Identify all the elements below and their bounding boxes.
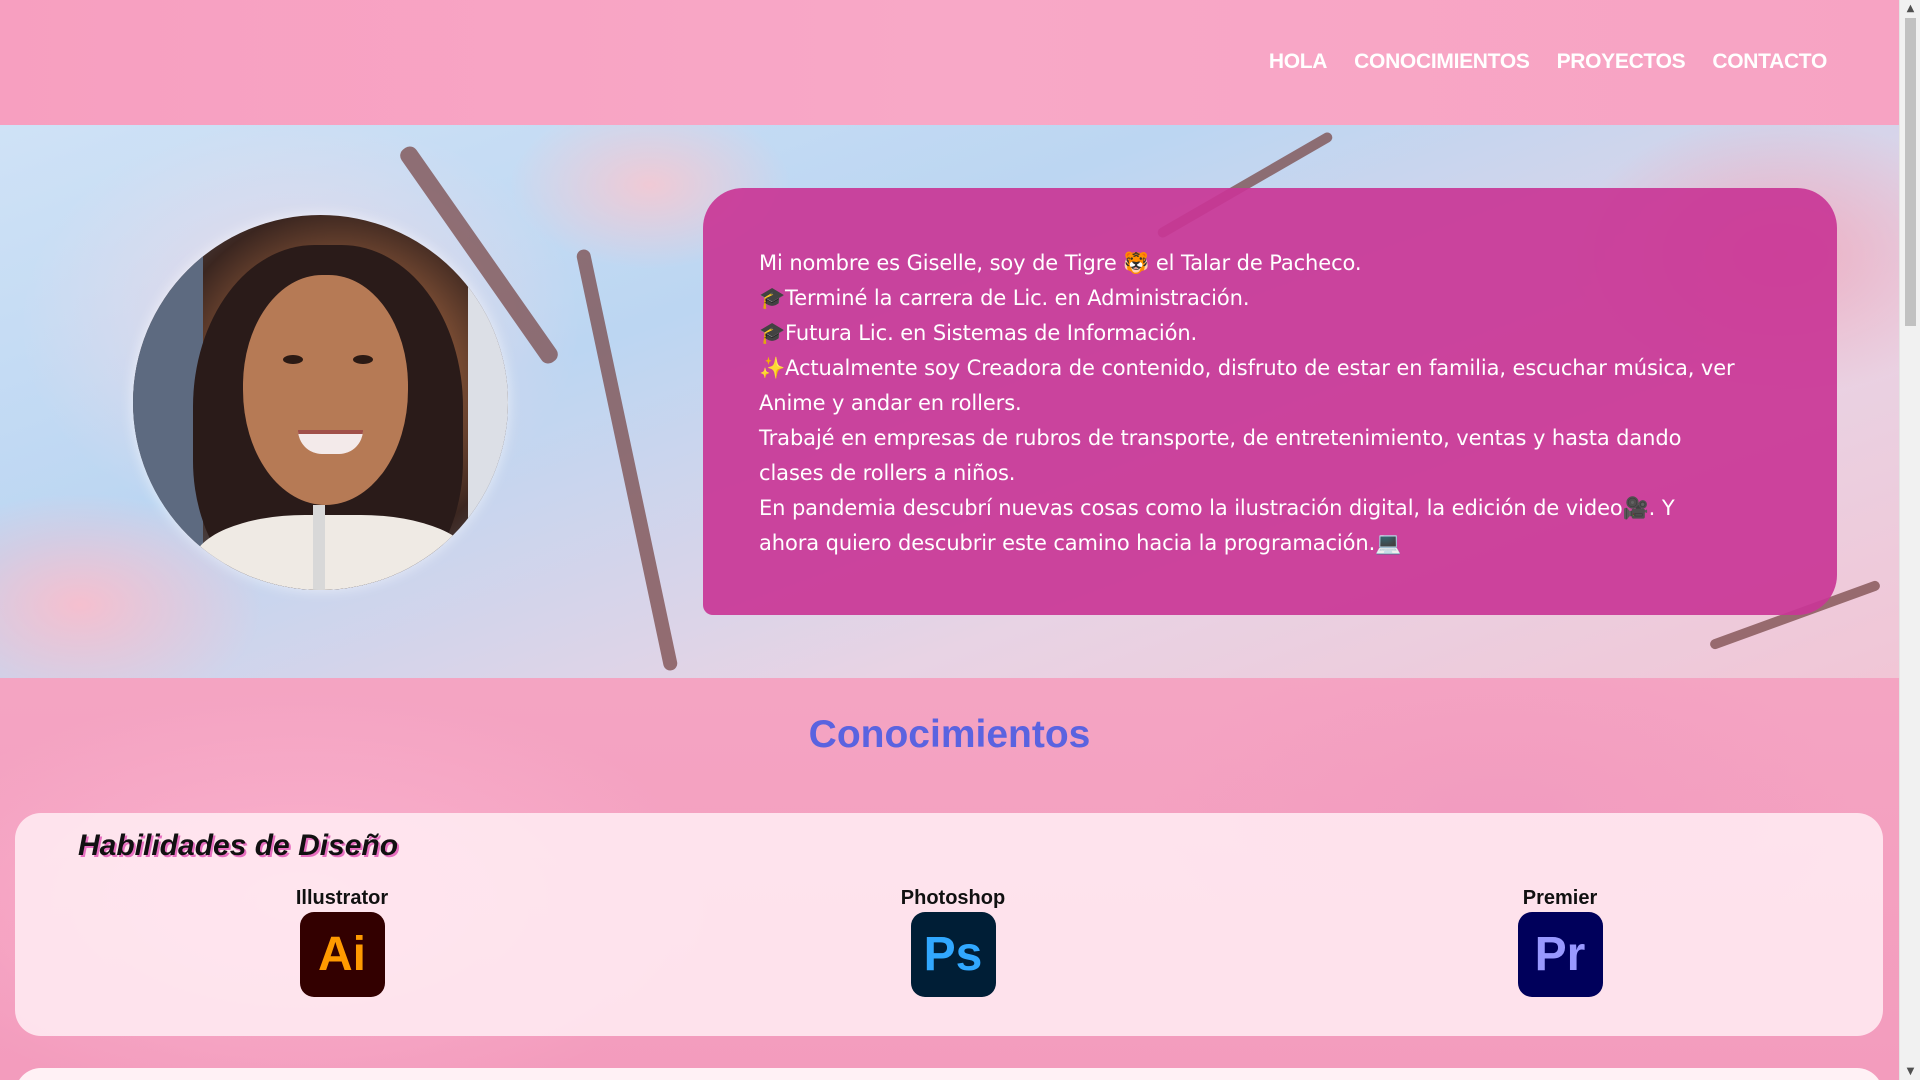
bio-line: En pandemia descubrí nuevas cosas como l… (759, 496, 1675, 520)
nav-link-proyectos[interactable]: PROYECTOS (1557, 50, 1686, 74)
hero-section: Mi nombre es Giselle, soy de Tigre 🐯 el … (0, 125, 1899, 678)
navbar: HOLA CONOCIMIENTOS PROYECTOS CONTACTO (0, 0, 1899, 125)
bio-card: Mi nombre es Giselle, soy de Tigre 🐯 el … (703, 188, 1837, 615)
vertical-scrollbar[interactable]: ▲ ▼ (1899, 0, 1920, 1080)
next-section-card (15, 1068, 1883, 1080)
scroll-up-icon[interactable]: ▲ (1900, 0, 1920, 17)
illustrator-icon: Ai (299, 912, 385, 997)
skill-label: Photoshop (900, 887, 1006, 909)
section-title-conocimientos: Conocimientos (808, 713, 1091, 756)
bio-line: ✨Actualmente soy Creadora de contenido, … (759, 356, 1735, 380)
skill-premier: Premier Pr (1480, 887, 1640, 997)
bio-line: 🎓Futura Lic. en Sistemas de Información. (759, 321, 1198, 345)
bio-line: ahora quiero descubrir este camino hacia… (759, 531, 1402, 555)
bio-line: 🎓Terminé la carrera de Lic. en Administr… (759, 286, 1250, 310)
bio-line: clases de rollers a niños. (759, 461, 1016, 485)
nav-link-contacto[interactable]: CONTACTO (1712, 50, 1827, 74)
nav-menu: HOLA CONOCIMIENTOS PROYECTOS CONTACTO (1269, 50, 1827, 74)
bio-line: Trabajé en empresas de rubros de transpo… (759, 426, 1682, 450)
design-skills-card: Habilidades de Diseño Illustrator Ai Pho… (15, 813, 1883, 1036)
branch-decoration (575, 248, 679, 672)
nav-link-conocimientos[interactable]: CONOCIMIENTOS (1354, 50, 1530, 74)
nav-link-hola[interactable]: HOLA (1269, 50, 1328, 74)
skill-label: Premier (1522, 887, 1598, 909)
bio-line: Mi nombre es Giselle, soy de Tigre 🐯 el … (759, 251, 1362, 275)
bio-line: Anime y andar en rollers. (759, 391, 1022, 415)
photoshop-icon: Ps (910, 912, 996, 997)
skill-photoshop: Photoshop Ps (873, 887, 1033, 997)
scrollbar-thumb[interactable] (1905, 18, 1916, 326)
design-skills-heading: Habilidades de Diseño (78, 829, 399, 862)
profile-photo (133, 215, 508, 590)
scroll-down-icon[interactable]: ▼ (1900, 1063, 1920, 1080)
premiere-icon: Pr (1517, 912, 1603, 997)
skill-illustrator: Illustrator Ai (262, 887, 422, 997)
skill-label: Illustrator (295, 887, 389, 909)
